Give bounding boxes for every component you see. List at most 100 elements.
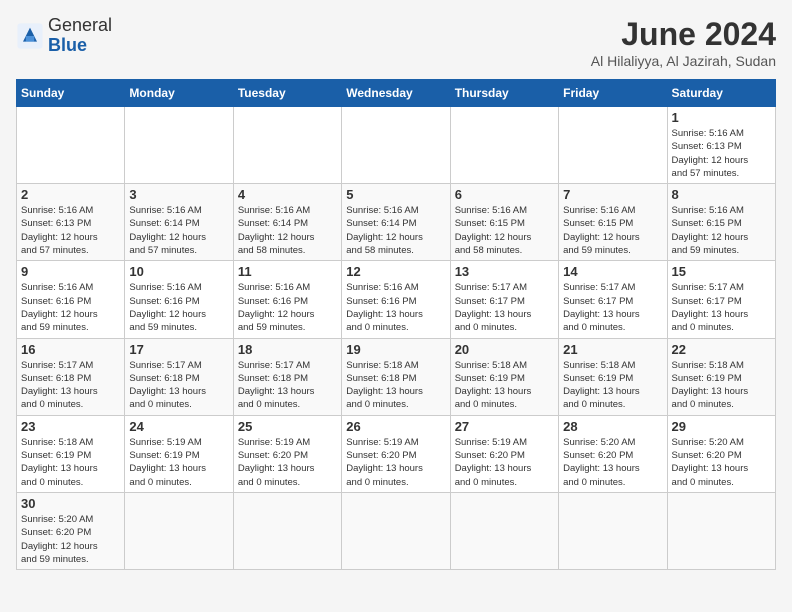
day-number: 5: [346, 187, 445, 202]
calendar-cell: [342, 492, 450, 569]
calendar-cell: 27 Sunrise: 5:19 AM Sunset: 6:20 PM Dayli…: [450, 415, 558, 492]
weekday-header-friday: Friday: [559, 80, 667, 107]
day-info: Sunrise: 5:16 AM Sunset: 6:15 PM Dayligh…: [672, 204, 771, 257]
day-number: 17: [129, 342, 228, 357]
day-info: Sunrise: 5:19 AM Sunset: 6:20 PM Dayligh…: [346, 436, 445, 489]
calendar-cell: [125, 492, 233, 569]
weekday-header-tuesday: Tuesday: [233, 80, 341, 107]
calendar-cell: 10 Sunrise: 5:16 AM Sunset: 6:16 PM Dayli…: [125, 261, 233, 338]
weekday-header-thursday: Thursday: [450, 80, 558, 107]
day-info: Sunrise: 5:19 AM Sunset: 6:19 PM Dayligh…: [129, 436, 228, 489]
calendar-cell: 3 Sunrise: 5:16 AM Sunset: 6:14 PM Daylig…: [125, 184, 233, 261]
day-info: Sunrise: 5:17 AM Sunset: 6:17 PM Dayligh…: [672, 281, 771, 334]
logo: General Blue: [16, 16, 112, 56]
day-info: Sunrise: 5:18 AM Sunset: 6:19 PM Dayligh…: [21, 436, 120, 489]
calendar-header: SundayMondayTuesdayWednesdayThursdayFrid…: [17, 80, 776, 107]
day-number: 23: [21, 419, 120, 434]
calendar-cell: 18Sunrise: 5:17 AM Sunset: 6:18 PM Dayli…: [233, 338, 341, 415]
day-number: 4: [238, 187, 337, 202]
weekday-header-saturday: Saturday: [667, 80, 775, 107]
day-number: 13: [455, 264, 554, 279]
day-info: Sunrise: 5:18 AM Sunset: 6:19 PM Dayligh…: [672, 359, 771, 412]
calendar-week-5: 23 Sunrise: 5:18 AM Sunset: 6:19 PM Dayli…: [17, 415, 776, 492]
day-number: 16: [21, 342, 120, 357]
calendar-week-2: 2Sunrise: 5:16 AM Sunset: 6:13 PM Daylig…: [17, 184, 776, 261]
calendar-cell: 8Sunrise: 5:16 AM Sunset: 6:15 PM Daylig…: [667, 184, 775, 261]
day-info: Sunrise: 5:16 AM Sunset: 6:16 PM Dayligh…: [346, 281, 445, 334]
calendar-cell: 13Sunrise: 5:17 AM Sunset: 6:17 PM Dayli…: [450, 261, 558, 338]
day-number: 7: [563, 187, 662, 202]
calendar-cell: 4 Sunrise: 5:16 AM Sunset: 6:14 PM Daylig…: [233, 184, 341, 261]
logo-blue: Blue: [48, 36, 112, 56]
day-number: 20: [455, 342, 554, 357]
day-info: Sunrise: 5:16 AM Sunset: 6:15 PM Dayligh…: [455, 204, 554, 257]
calendar-cell: 5Sunrise: 5:16 AM Sunset: 6:14 PM Daylig…: [342, 184, 450, 261]
logo-text: General Blue: [48, 16, 112, 56]
day-info: Sunrise: 5:18 AM Sunset: 6:19 PM Dayligh…: [563, 359, 662, 412]
day-number: 21: [563, 342, 662, 357]
day-info: Sunrise: 5:16 AM Sunset: 6:15 PM Dayligh…: [563, 204, 662, 257]
day-number: 29: [672, 419, 771, 434]
logo-general: General: [48, 16, 112, 36]
day-info: Sunrise: 5:19 AM Sunset: 6:20 PM Dayligh…: [238, 436, 337, 489]
calendar-cell: [559, 492, 667, 569]
calendar-cell: [233, 492, 341, 569]
day-number: 6: [455, 187, 554, 202]
day-number: 12: [346, 264, 445, 279]
calendar-cell: 14 Sunrise: 5:17 AM Sunset: 6:17 PM Dayli…: [559, 261, 667, 338]
calendar-cell: 2Sunrise: 5:16 AM Sunset: 6:13 PM Daylig…: [17, 184, 125, 261]
calendar-week-1: 1Sunrise: 5:16 AM Sunset: 6:13 PM Daylig…: [17, 107, 776, 184]
calendar: SundayMondayTuesdayWednesdayThursdayFrid…: [16, 79, 776, 570]
day-number: 10: [129, 264, 228, 279]
day-info: Sunrise: 5:17 AM Sunset: 6:17 PM Dayligh…: [563, 281, 662, 334]
day-info: Sunrise: 5:17 AM Sunset: 6:18 PM Dayligh…: [238, 359, 337, 412]
calendar-cell: 22 Sunrise: 5:18 AM Sunset: 6:19 PM Dayli…: [667, 338, 775, 415]
calendar-cell: 20 Sunrise: 5:18 AM Sunset: 6:19 PM Dayli…: [450, 338, 558, 415]
calendar-cell: 17 Sunrise: 5:17 AM Sunset: 6:18 PM Dayli…: [125, 338, 233, 415]
calendar-cell: 28Sunrise: 5:20 AM Sunset: 6:20 PM Dayli…: [559, 415, 667, 492]
day-number: 14: [563, 264, 662, 279]
day-number: 11: [238, 264, 337, 279]
day-info: Sunrise: 5:20 AM Sunset: 6:20 PM Dayligh…: [672, 436, 771, 489]
day-info: Sunrise: 5:16 AM Sunset: 6:16 PM Dayligh…: [238, 281, 337, 334]
calendar-cell: 6 Sunrise: 5:16 AM Sunset: 6:15 PM Daylig…: [450, 184, 558, 261]
day-number: 26: [346, 419, 445, 434]
day-info: Sunrise: 5:16 AM Sunset: 6:16 PM Dayligh…: [21, 281, 120, 334]
calendar-cell: 29 Sunrise: 5:20 AM Sunset: 6:20 PM Dayli…: [667, 415, 775, 492]
calendar-cell: [17, 107, 125, 184]
general-blue-logo-icon: [16, 22, 44, 50]
header: General Blue June 2024 Al Hilaliyya, Al …: [16, 16, 776, 69]
day-number: 22: [672, 342, 771, 357]
day-number: 19: [346, 342, 445, 357]
calendar-week-3: 9Sunrise: 5:16 AM Sunset: 6:16 PM Daylig…: [17, 261, 776, 338]
day-info: Sunrise: 5:16 AM Sunset: 6:14 PM Dayligh…: [238, 204, 337, 257]
day-info: Sunrise: 5:19 AM Sunset: 6:20 PM Dayligh…: [455, 436, 554, 489]
day-info: Sunrise: 5:16 AM Sunset: 6:14 PM Dayligh…: [129, 204, 228, 257]
calendar-cell: 16Sunrise: 5:17 AM Sunset: 6:18 PM Dayli…: [17, 338, 125, 415]
weekday-header-sunday: Sunday: [17, 80, 125, 107]
title-area: June 2024 Al Hilaliyya, Al Jazirah, Suda…: [591, 16, 776, 69]
day-number: 30: [21, 496, 120, 511]
calendar-cell: [450, 107, 558, 184]
calendar-cell: 11 Sunrise: 5:16 AM Sunset: 6:16 PM Dayli…: [233, 261, 341, 338]
day-number: 27: [455, 419, 554, 434]
calendar-cell: 1Sunrise: 5:16 AM Sunset: 6:13 PM Daylig…: [667, 107, 775, 184]
calendar-cell: 19Sunrise: 5:18 AM Sunset: 6:18 PM Dayli…: [342, 338, 450, 415]
calendar-cell: 24Sunrise: 5:19 AM Sunset: 6:19 PM Dayli…: [125, 415, 233, 492]
calendar-cell: [450, 492, 558, 569]
day-info: Sunrise: 5:16 AM Sunset: 6:13 PM Dayligh…: [672, 127, 771, 180]
weekday-header-monday: Monday: [125, 80, 233, 107]
calendar-week-6: 30Sunrise: 5:20 AM Sunset: 6:20 PM Dayli…: [17, 492, 776, 569]
day-info: Sunrise: 5:17 AM Sunset: 6:18 PM Dayligh…: [129, 359, 228, 412]
day-info: Sunrise: 5:16 AM Sunset: 6:13 PM Dayligh…: [21, 204, 120, 257]
calendar-cell: 30Sunrise: 5:20 AM Sunset: 6:20 PM Dayli…: [17, 492, 125, 569]
day-number: 28: [563, 419, 662, 434]
weekday-header-row: SundayMondayTuesdayWednesdayThursdayFrid…: [17, 80, 776, 107]
day-info: Sunrise: 5:18 AM Sunset: 6:19 PM Dayligh…: [455, 359, 554, 412]
day-number: 3: [129, 187, 228, 202]
calendar-body: 1Sunrise: 5:16 AM Sunset: 6:13 PM Daylig…: [17, 107, 776, 570]
calendar-week-4: 16 Sunrise: 5:17 AM Sunset: 6:18 PM Dayli…: [17, 338, 776, 415]
day-info: Sunrise: 5:16 AM Sunset: 6:16 PM Dayligh…: [129, 281, 228, 334]
calendar-cell: 25Sunrise: 5:19 AM Sunset: 6:20 PM Dayli…: [233, 415, 341, 492]
calendar-cell: 26 Sunrise: 5:19 AM Sunset: 6:20 PM Dayli…: [342, 415, 450, 492]
